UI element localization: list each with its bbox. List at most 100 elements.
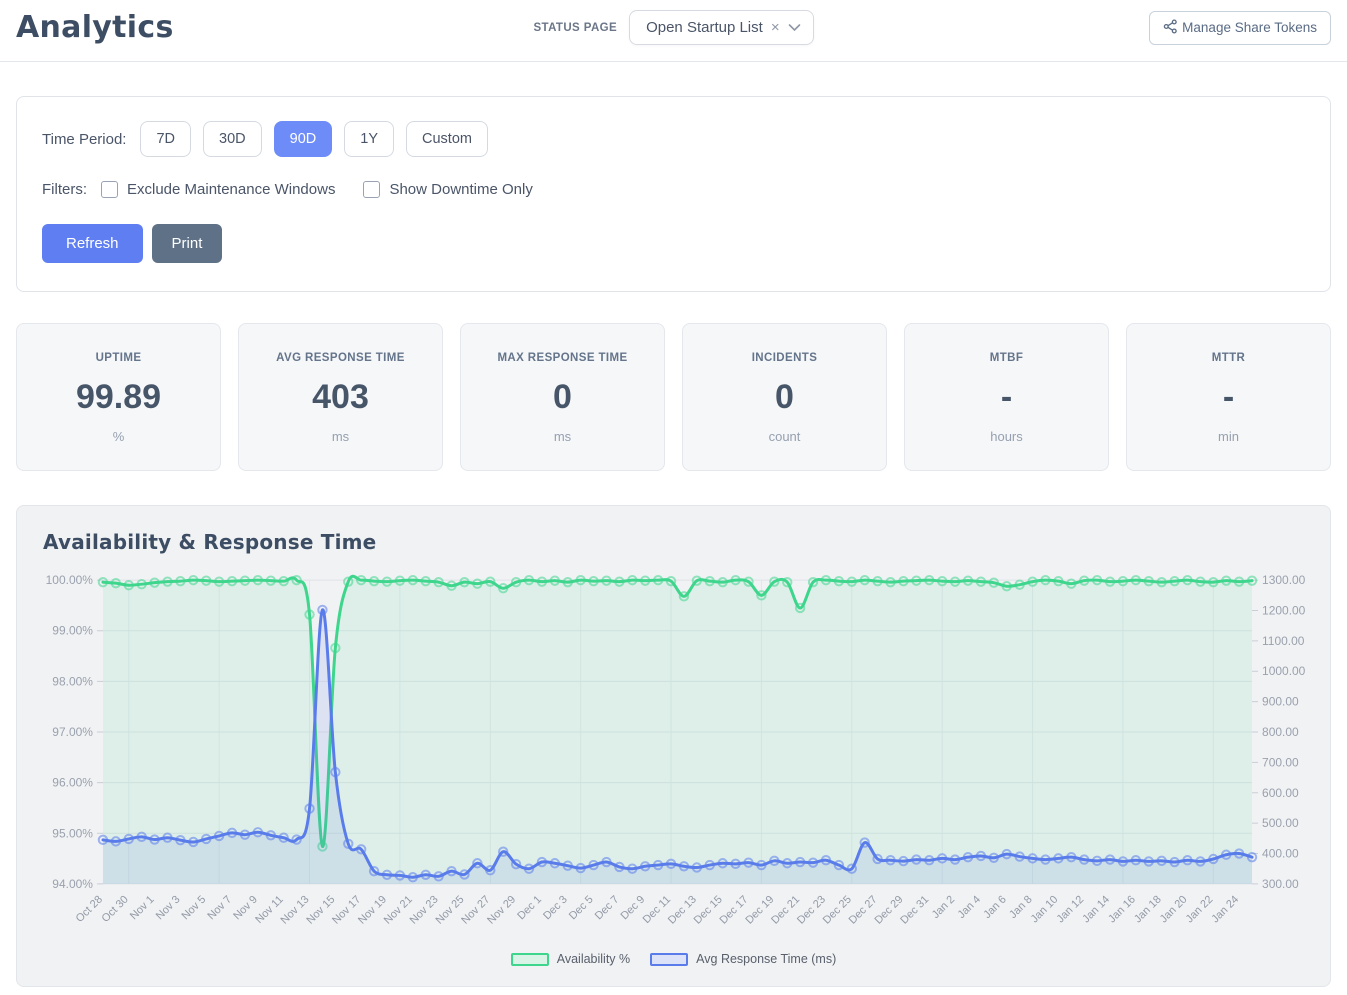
exclude-maintenance-label: Exclude Maintenance Windows: [127, 181, 335, 198]
clear-selection-icon[interactable]: ×: [770, 20, 781, 35]
svg-text:Jan 2: Jan 2: [930, 894, 957, 921]
page-title: Analytics: [16, 10, 533, 45]
svg-text:400.00: 400.00: [1262, 847, 1299, 861]
stat-label: MTTR: [1135, 352, 1322, 364]
manage-share-tokens-button[interactable]: Manage Share Tokens: [1149, 11, 1331, 45]
stat-label: AVG RESPONSE TIME: [247, 352, 434, 364]
stats-row: UPTIME 99.89 % AVG RESPONSE TIME 403 ms …: [16, 323, 1331, 471]
stat-label: UPTIME: [25, 352, 212, 364]
availability-response-chart: 100.00% 99.00% 98.00% 97.00% 96.00% 95.00% 94.…: [33, 558, 1314, 950]
stat-card-uptime: UPTIME 99.89 %: [16, 323, 221, 471]
period-button-1y[interactable]: 1Y: [344, 121, 394, 157]
svg-text:600.00: 600.00: [1262, 786, 1299, 800]
svg-text:95.00%: 95.00%: [52, 826, 93, 840]
svg-text:Oct 30: Oct 30: [100, 894, 131, 925]
stat-card-mttr: MTTR - min: [1126, 323, 1331, 471]
stat-unit: min: [1135, 429, 1322, 444]
svg-text:Nov 29: Nov 29: [485, 894, 518, 927]
manage-share-tokens-label: Manage Share Tokens: [1182, 20, 1317, 35]
stat-card-avg-response: AVG RESPONSE TIME 403 ms: [238, 323, 443, 471]
time-period-button-group: 7D 30D 90D 1Y Custom: [140, 121, 487, 157]
svg-text:1300.00: 1300.00: [1262, 573, 1306, 587]
stat-label: MAX RESPONSE TIME: [469, 352, 656, 364]
svg-text:96.00%: 96.00%: [52, 776, 93, 790]
svg-text:300.00: 300.00: [1262, 877, 1299, 891]
exclude-maintenance-checkbox[interactable]: [101, 181, 118, 198]
svg-text:Jan 22: Jan 22: [1184, 894, 1216, 926]
svg-text:Dec 3: Dec 3: [541, 894, 570, 923]
filters-label: Filters:: [42, 181, 87, 198]
stat-value: -: [1135, 378, 1322, 417]
legend-label: Avg Response Time (ms): [696, 952, 836, 966]
status-page-select[interactable]: Open Startup List ×: [629, 10, 814, 45]
stat-card-max-response: MAX RESPONSE TIME 0 ms: [460, 323, 665, 471]
legend-label: Availability %: [557, 952, 630, 966]
svg-text:Dec 1: Dec 1: [515, 894, 544, 923]
svg-text:700.00: 700.00: [1262, 755, 1299, 769]
svg-text:Jan 12: Jan 12: [1055, 894, 1087, 926]
svg-text:Jan 20: Jan 20: [1158, 894, 1190, 926]
svg-text:Jan 16: Jan 16: [1106, 894, 1138, 926]
header: Analytics STATUS PAGE Open Startup List …: [0, 0, 1347, 62]
svg-text:Nov 3: Nov 3: [154, 894, 183, 923]
svg-text:97.00%: 97.00%: [52, 725, 93, 739]
stat-unit: count: [691, 429, 878, 444]
chevron-down-icon[interactable]: [788, 23, 801, 32]
svg-text:99.00%: 99.00%: [52, 624, 93, 638]
stat-unit: ms: [247, 429, 434, 444]
svg-text:Jan 24: Jan 24: [1209, 894, 1241, 926]
svg-text:Nov 5: Nov 5: [180, 894, 209, 923]
share-icon: [1163, 19, 1178, 37]
svg-text:900.00: 900.00: [1262, 695, 1299, 709]
svg-text:1000.00: 1000.00: [1262, 664, 1306, 678]
stat-unit: ms: [469, 429, 656, 444]
response-time-swatch: [650, 953, 688, 966]
stat-value: 99.89: [25, 378, 212, 417]
availability-swatch: [511, 953, 549, 966]
svg-text:500.00: 500.00: [1262, 816, 1299, 830]
period-button-7d[interactable]: 7D: [140, 121, 191, 157]
svg-text:Nov 7: Nov 7: [205, 894, 234, 923]
stat-value: 0: [691, 378, 878, 417]
svg-text:Oct 28: Oct 28: [74, 894, 105, 925]
svg-text:Dec 5: Dec 5: [567, 894, 596, 923]
stat-unit: hours: [913, 429, 1100, 444]
chart-legend: Availability % Avg Response Time (ms): [33, 950, 1314, 974]
period-button-custom[interactable]: Custom: [406, 121, 488, 157]
legend-item-response-time[interactable]: Avg Response Time (ms): [650, 952, 836, 966]
period-button-30d[interactable]: 30D: [203, 121, 262, 157]
svg-text:Dec 7: Dec 7: [593, 894, 622, 923]
stat-label: INCIDENTS: [691, 352, 878, 364]
svg-text:98.00%: 98.00%: [52, 674, 93, 688]
stat-value: -: [913, 378, 1100, 417]
stat-unit: %: [25, 429, 212, 444]
svg-text:1100.00: 1100.00: [1262, 634, 1305, 648]
period-button-90d[interactable]: 90D: [274, 121, 333, 157]
exclude-maintenance-checkbox-group[interactable]: Exclude Maintenance Windows: [101, 181, 335, 198]
show-downtime-checkbox[interactable]: [363, 181, 380, 198]
svg-text:Jan 4: Jan 4: [956, 894, 983, 921]
svg-text:Jan 14: Jan 14: [1080, 894, 1112, 926]
svg-text:Jan 10: Jan 10: [1029, 894, 1061, 926]
stat-value: 0: [469, 378, 656, 417]
svg-text:Jan 6: Jan 6: [981, 894, 1008, 921]
svg-text:Jan 18: Jan 18: [1132, 894, 1164, 926]
stat-card-incidents: INCIDENTS 0 count: [682, 323, 887, 471]
time-period-label: Time Period:: [42, 131, 126, 148]
status-page-selected-value: Open Startup List: [646, 19, 763, 36]
chart-title: Availability & Response Time: [43, 530, 1314, 554]
stat-label: MTBF: [913, 352, 1100, 364]
svg-text:800.00: 800.00: [1262, 725, 1299, 739]
show-downtime-label: Show Downtime Only: [389, 181, 532, 198]
print-button[interactable]: Print: [152, 224, 223, 263]
svg-text:Dec 31: Dec 31: [898, 894, 931, 927]
filter-panel: Time Period: 7D 30D 90D 1Y Custom Filter…: [16, 96, 1331, 292]
legend-item-availability[interactable]: Availability %: [511, 952, 630, 966]
status-page-label: STATUS PAGE: [533, 22, 617, 34]
chart-panel: Availability & Response Time 100.00% 99.0…: [16, 505, 1331, 987]
refresh-button[interactable]: Refresh: [42, 224, 143, 263]
svg-text:100.00%: 100.00%: [46, 573, 94, 587]
svg-text:1200.00: 1200.00: [1262, 604, 1306, 618]
show-downtime-checkbox-group[interactable]: Show Downtime Only: [363, 181, 532, 198]
svg-text:94.00%: 94.00%: [52, 877, 93, 891]
